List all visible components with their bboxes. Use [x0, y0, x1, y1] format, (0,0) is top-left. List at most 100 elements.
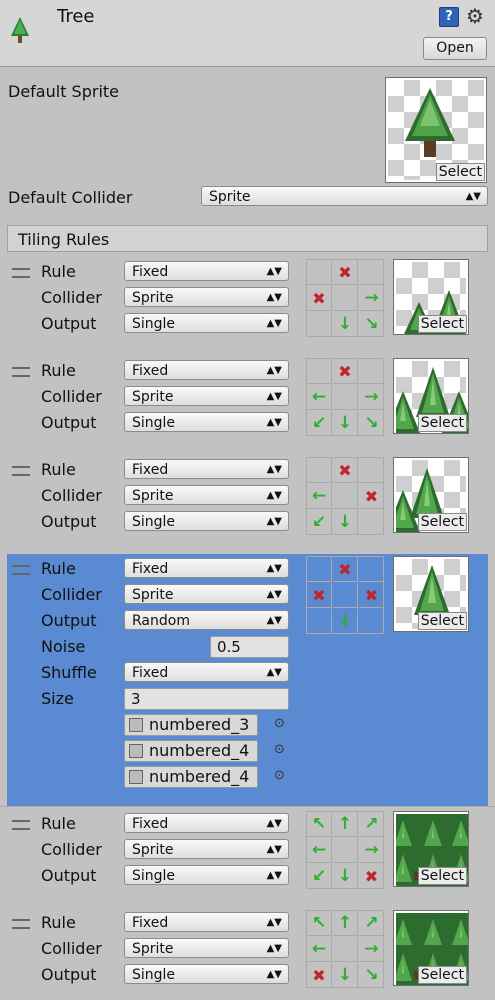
neighbor-cell[interactable] [333, 583, 358, 608]
arrow-down-left-icon[interactable]: ↙ [307, 411, 332, 436]
drag-handle-icon[interactable] [12, 466, 30, 476]
arrow-down-icon[interactable]: ↓ [333, 963, 358, 988]
size-field[interactable]: 3 [124, 688, 289, 710]
object-picker-icon[interactable]: ⊙ [274, 716, 285, 731]
neighbor-not-icon[interactable]: ✖ [359, 583, 384, 608]
neighbor-cell[interactable] [333, 838, 358, 863]
drag-handle-icon[interactable] [12, 919, 30, 929]
help-icon[interactable]: ? [439, 7, 459, 27]
neighbor-not-icon[interactable]: ✖ [333, 458, 358, 483]
neighbor-cell[interactable] [333, 937, 358, 962]
drag-handle-icon[interactable] [12, 565, 30, 575]
arrow-down-icon[interactable]: ↓ [333, 609, 358, 634]
neighbor-not-icon[interactable]: ✖ [359, 484, 384, 509]
neighbor-cell[interactable] [359, 510, 384, 535]
select-button[interactable]: Select [417, 612, 467, 630]
sprite-object-field[interactable]: numbered_3 [124, 714, 258, 736]
collider-dropdown[interactable]: Sprite ▲▼ [124, 839, 289, 859]
neighbor-not-icon[interactable]: ✖ [307, 583, 332, 608]
arrow-up-left-icon[interactable]: ↖ [307, 911, 332, 936]
arrow-right-icon[interactable]: → [359, 937, 384, 962]
arrow-left-icon[interactable]: ← [307, 937, 332, 962]
arrow-right-icon[interactable]: → [359, 385, 384, 410]
neighbor-cell[interactable] [307, 458, 332, 483]
drag-handle-icon[interactable] [12, 367, 30, 377]
neighbor-cell[interactable] [333, 385, 358, 410]
arrow-up-right-icon[interactable]: ↗ [359, 812, 384, 837]
arrow-down-left-icon[interactable]: ↙ [307, 510, 332, 535]
rule-dropdown[interactable]: Fixed ▲▼ [124, 912, 289, 932]
arrow-down-icon[interactable]: ↓ [333, 312, 358, 337]
neighbor-cell[interactable] [359, 260, 384, 285]
neighbor-not-icon[interactable]: ✖ [333, 260, 358, 285]
object-picker-icon[interactable]: ⊙ [274, 768, 285, 783]
drag-handle-icon[interactable] [12, 268, 30, 278]
arrow-down-right-icon[interactable]: ↘ [359, 411, 384, 436]
shuffle-dropdown[interactable]: Fixed ▲▼ [124, 662, 289, 682]
neighbor-cell[interactable] [359, 359, 384, 384]
default-sprite-field[interactable]: Select [385, 77, 487, 183]
gear-icon[interactable]: ⚙ [466, 4, 484, 28]
arrow-down-icon[interactable]: ↓ [333, 411, 358, 436]
rule-sprite-field[interactable]: Select [393, 457, 469, 533]
neighbor-not-icon[interactable]: ✖ [307, 963, 332, 988]
open-button[interactable]: Open [423, 37, 487, 60]
collider-dropdown[interactable]: Sprite ▲▼ [124, 386, 289, 406]
arrow-right-icon[interactable]: → [359, 838, 384, 863]
neighbor-cell[interactable] [359, 458, 384, 483]
rule-sprite-field[interactable]: Select [393, 259, 469, 335]
collider-dropdown[interactable]: Sprite ▲▼ [124, 938, 289, 958]
collider-dropdown[interactable]: Sprite ▲▼ [124, 485, 289, 505]
arrow-down-icon[interactable]: ↓ [333, 510, 358, 535]
collider-dropdown[interactable]: Sprite ▲▼ [124, 287, 289, 307]
neighbor-cell[interactable] [307, 609, 332, 634]
rule-dropdown[interactable]: Fixed ▲▼ [124, 558, 289, 578]
arrow-up-left-icon[interactable]: ↖ [307, 812, 332, 837]
output-dropdown[interactable]: Single ▲▼ [124, 313, 289, 333]
output-dropdown[interactable]: Single ▲▼ [124, 511, 289, 531]
neighbor-not-icon[interactable]: ✖ [333, 359, 358, 384]
arrow-right-icon[interactable]: → [359, 286, 384, 311]
neighbor-cell[interactable] [307, 359, 332, 384]
noise-field[interactable]: 0.5 [210, 636, 289, 658]
select-button[interactable]: Select [417, 315, 467, 333]
select-button[interactable]: Select [417, 867, 467, 885]
neighbor-cell[interactable] [333, 484, 358, 509]
neighbor-cell[interactable] [359, 557, 384, 582]
rule-sprite-field[interactable]: Select [393, 910, 469, 986]
arrow-down-icon[interactable]: ↓ [333, 864, 358, 889]
neighbor-cell[interactable] [359, 609, 384, 634]
rule-dropdown[interactable]: Fixed ▲▼ [124, 459, 289, 479]
select-button[interactable]: Select [417, 966, 467, 984]
output-dropdown[interactable]: Single ▲▼ [124, 412, 289, 432]
neighbor-cell[interactable] [307, 312, 332, 337]
arrow-up-icon[interactable]: ↑ [333, 911, 358, 936]
select-button[interactable]: Select [435, 163, 485, 181]
collider-dropdown[interactable]: Sprite ▲▼ [124, 584, 289, 604]
rule-dropdown[interactable]: Fixed ▲▼ [124, 813, 289, 833]
default-collider-dropdown[interactable]: Sprite ▲▼ [201, 186, 488, 206]
neighbor-cell[interactable] [307, 557, 332, 582]
output-dropdown[interactable]: Single ▲▼ [124, 964, 289, 984]
rule-sprite-field[interactable]: Select [393, 556, 469, 632]
rule-sprite-field[interactable]: Select [393, 811, 469, 887]
arrow-down-right-icon[interactable]: ↘ [359, 963, 384, 988]
select-button[interactable]: Select [417, 513, 467, 531]
neighbor-cell[interactable] [333, 286, 358, 311]
arrow-up-icon[interactable]: ↑ [333, 812, 358, 837]
select-button[interactable]: Select [417, 414, 467, 432]
arrow-down-left-icon[interactable]: ↙ [307, 864, 332, 889]
neighbor-not-icon[interactable]: ✖ [359, 864, 384, 889]
arrow-left-icon[interactable]: ← [307, 484, 332, 509]
arrow-up-right-icon[interactable]: ↗ [359, 911, 384, 936]
sprite-object-field[interactable]: numbered_4 [124, 740, 258, 762]
arrow-down-right-icon[interactable]: ↘ [359, 312, 384, 337]
rule-dropdown[interactable]: Fixed ▲▼ [124, 360, 289, 380]
rule-sprite-field[interactable]: Select [393, 358, 469, 434]
drag-handle-icon[interactable] [12, 820, 30, 830]
sprite-object-field[interactable]: numbered_4 [124, 766, 258, 788]
output-dropdown[interactable]: Random ▲▼ [124, 610, 289, 630]
output-dropdown[interactable]: Single ▲▼ [124, 865, 289, 885]
arrow-left-icon[interactable]: ← [307, 838, 332, 863]
neighbor-cell[interactable] [307, 260, 332, 285]
